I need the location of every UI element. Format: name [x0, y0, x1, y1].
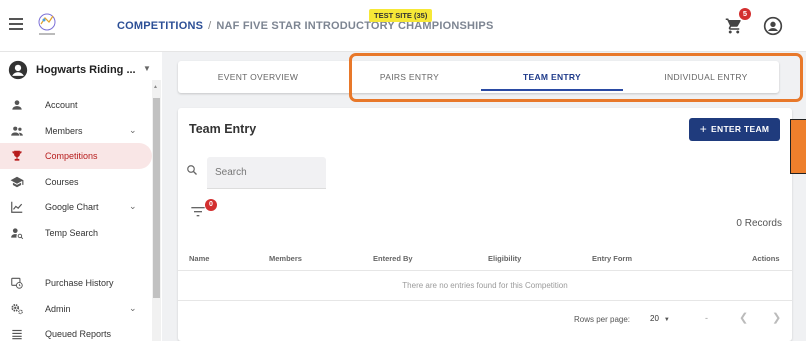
- breadcrumb-competitions-link[interactable]: COMPETITIONS: [117, 20, 203, 32]
- sidebar-item-members[interactable]: Members ⌄: [0, 118, 152, 144]
- annotation-marker: [790, 119, 806, 174]
- account-circle-icon: [8, 60, 28, 80]
- annotation-highlight-box: [349, 53, 803, 102]
- account-circle-icon[interactable]: [763, 16, 783, 36]
- team-entry-card: Team Entry +ENTER TEAM 0 0 Records Name …: [178, 108, 792, 341]
- previous-page-icon[interactable]: ❮: [739, 311, 748, 324]
- sidebar-item-admin[interactable]: Admin ⌄: [0, 296, 152, 322]
- search-icon: [187, 165, 197, 175]
- scroll-up-arrow-icon[interactable]: ▲: [153, 84, 158, 90]
- sidebar-item-purchase-history[interactable]: Purchase History: [0, 270, 152, 296]
- sidebar-item-queued-reports[interactable]: Queued Reports: [0, 321, 152, 341]
- rows-per-page-select[interactable]: 20 ▼: [650, 314, 670, 323]
- page-range: -: [705, 313, 708, 323]
- column-header-members[interactable]: Members: [269, 254, 302, 263]
- empty-table-message: There are no entries found for this Comp…: [178, 271, 792, 301]
- column-header-entered-by[interactable]: Entered By: [373, 254, 413, 263]
- sidebar-item-label: Temp Search: [45, 227, 99, 238]
- test-site-badge: TEST SITE (35): [369, 9, 433, 22]
- caret-down-icon: ▼: [663, 317, 670, 323]
- person-icon: [12, 100, 22, 110]
- filter-icon[interactable]: [190, 204, 206, 218]
- sidebar-item-temp-search[interactable]: Temp Search: [0, 220, 152, 246]
- chevron-down-icon: ⌄: [129, 124, 137, 135]
- school-icon: [10, 176, 24, 187]
- rows-per-page-value: 20: [650, 314, 659, 323]
- list-icon: [12, 329, 22, 340]
- card-title: Team Entry: [189, 122, 257, 136]
- person-search-icon: [11, 227, 24, 239]
- enter-team-button[interactable]: + ENTER TEAM: [689, 118, 780, 141]
- caret-down-icon: ▼: [143, 64, 151, 73]
- enter-team-label: ENTER TEAM: [711, 124, 770, 134]
- cart-count-badge: 5: [739, 8, 751, 20]
- column-header-actions: Actions: [752, 254, 780, 263]
- chart-icon: [11, 201, 23, 213]
- sidebar: Hogwarts Riding ... ▼ Account Members ⌄ …: [0, 52, 162, 341]
- chevron-down-icon: ⌄: [129, 201, 137, 211]
- sidebar-item-google-chart[interactable]: Google Chart ⌄: [0, 194, 152, 220]
- sidebar-scroll-thumb[interactable]: [153, 98, 160, 298]
- sidebar-item-label: Admin: [45, 303, 71, 314]
- sidebar-item-label: Courses: [45, 176, 79, 187]
- history-icon: [11, 277, 23, 289]
- breadcrumb: COMPETITIONS / NAF FIVE STAR INTRODUCTORY …: [117, 20, 494, 32]
- organization-selector[interactable]: Hogwarts Riding ... ▼: [8, 60, 154, 80]
- people-icon: [11, 126, 23, 136]
- plus-icon: +: [699, 122, 708, 136]
- sidebar-item-label: Google Chart: [45, 202, 99, 212]
- top-app-bar: COMPETITIONS / NAF FIVE STAR INTRODUCTORY …: [0, 0, 806, 52]
- table-pagination: Rows per page: 20 ▼ - ❮ ❯: [178, 306, 792, 334]
- breadcrumb-separator: /: [208, 20, 212, 32]
- chevron-down-icon: ⌄: [129, 302, 137, 313]
- tab-event-overview[interactable]: EVENT OVERVIEW: [178, 61, 338, 93]
- sidebar-item-label: Competitions: [45, 151, 98, 161]
- column-header-name[interactable]: Name: [189, 254, 209, 263]
- records-count: 0 Records: [736, 218, 782, 229]
- sidebar-nav: Account Members ⌄ Competitions Courses G…: [0, 92, 152, 341]
- next-page-icon[interactable]: ❯: [772, 311, 781, 324]
- sidebar-item-competitions[interactable]: Competitions: [0, 143, 152, 169]
- column-header-eligibility[interactable]: Eligibility: [488, 254, 521, 263]
- sidebar-item-label: Account: [45, 100, 78, 110]
- breadcrumb-current: NAF FIVE STAR INTRODUCTORY CHAMPIONSHIPS: [216, 20, 494, 32]
- organization-name: Hogwarts Riding ...: [36, 64, 136, 76]
- sidebar-item-account[interactable]: Account: [0, 92, 152, 118]
- sidebar-item-label: Queued Reports: [45, 329, 112, 339]
- hamburger-menu-icon[interactable]: [9, 18, 23, 30]
- gears-icon: [11, 303, 23, 314]
- sidebar-item-courses[interactable]: Courses: [0, 169, 152, 195]
- search-input[interactable]: [207, 157, 326, 189]
- rows-per-page-label: Rows per page:: [574, 315, 631, 324]
- trophy-icon: [12, 150, 22, 161]
- sidebar-item-label: Members: [45, 125, 83, 136]
- filter-count-badge: 0: [205, 199, 217, 211]
- column-header-entry-form[interactable]: Entry Form: [592, 254, 632, 263]
- cart-icon[interactable]: [725, 17, 743, 35]
- club-logo[interactable]: [35, 12, 59, 38]
- sidebar-item-label: Purchase History: [45, 278, 114, 288]
- table-header: Name Members Entered By Eligibility Entr…: [178, 246, 792, 271]
